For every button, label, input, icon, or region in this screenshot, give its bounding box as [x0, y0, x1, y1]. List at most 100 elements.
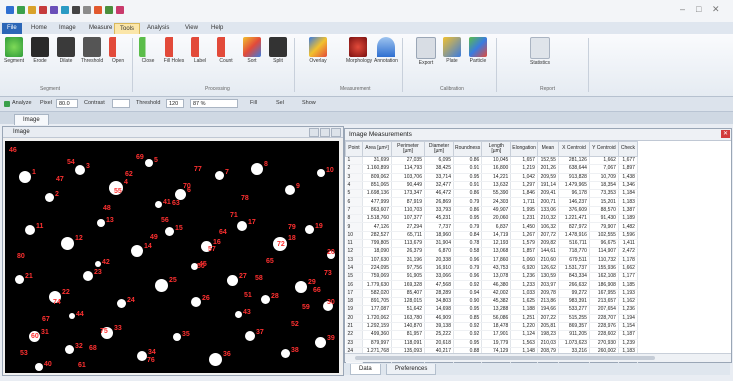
- print-icon[interactable]: [61, 6, 69, 14]
- table-row[interactable]: 12 18,090 26,379 6,870 0.58 13,068 1,857 144,61…: [345, 247, 638, 257]
- column-header[interactable]: Check: [617, 141, 638, 157]
- particle-label: 27: [239, 273, 247, 280]
- morphology-button[interactable]: Morphology: [346, 37, 372, 64]
- window-minimize-icon[interactable]: [309, 128, 319, 137]
- close-op-button[interactable]: Close: [136, 37, 160, 64]
- table-row[interactable]: 17 582,020 85,407 28,289 0.94 42,002 1,033 209,…: [345, 289, 638, 299]
- particle-label: 57: [208, 246, 216, 253]
- threshold-button[interactable]: Threshold: [80, 37, 104, 64]
- segment-button[interactable]: Segment: [2, 37, 26, 64]
- option-fill[interactable]: Fill: [250, 99, 257, 108]
- folder-icon[interactable]: [28, 6, 36, 14]
- column-header[interactable]: Roundness: [452, 141, 483, 157]
- minimize-icon[interactable]: –: [680, 4, 685, 14]
- plate-button[interactable]: Plate: [440, 37, 464, 64]
- pixel-input[interactable]: 80.0: [56, 99, 78, 108]
- table-row[interactable]: 16 1.779,630 169,328 47,568 0.92 46,380 1,233 2…: [345, 280, 638, 290]
- particle-label: 1: [32, 169, 36, 176]
- column-header[interactable]: Mean: [536, 141, 559, 157]
- tab-home[interactable]: Home: [26, 23, 52, 34]
- grid-icon[interactable]: [83, 6, 91, 14]
- particle-blob: [175, 189, 186, 200]
- tab-analysis[interactable]: Analysis: [142, 23, 174, 34]
- split-button[interactable]: Split: [266, 37, 290, 64]
- column-header[interactable]: Elongation: [510, 141, 538, 157]
- erode-button[interactable]: Erode: [28, 37, 52, 64]
- tab-image-document[interactable]: Image: [14, 114, 49, 125]
- option-sel[interactable]: Sel: [276, 99, 284, 108]
- table-row[interactable]: 9 47,126 27,294 7,737 0.79 6,837 1,450 106,32 82…: [345, 222, 638, 232]
- tab-preferences[interactable]: Preferences: [386, 364, 437, 375]
- zoom-select[interactable]: 87 %: [190, 99, 238, 108]
- label-button[interactable]: Label: [188, 37, 212, 64]
- tab-image[interactable]: Image: [54, 23, 81, 34]
- horizontal-scrollbar[interactable]: [345, 353, 731, 362]
- table-cell: 10,045: [481, 156, 512, 166]
- maximize-icon[interactable]: □: [696, 4, 701, 14]
- save-icon[interactable]: [6, 6, 14, 14]
- close-icon[interactable]: ✕: [712, 4, 720, 15]
- table-row[interactable]: 13 107,630 31,196 20,338 0.96 17,860 1,060 210,…: [345, 256, 638, 265]
- table-row[interactable]: 15 759,069 91,905 33,066 0.96 13,078 1,236 130,…: [345, 272, 638, 282]
- table-row[interactable]: 19 177,087 51,642 14,698 0.95 13,288 1,188 194,…: [345, 305, 638, 315]
- table-row[interactable]: 5 1.698,136 173,347 46,472 0.86 55,390 1,846 20…: [345, 189, 638, 199]
- window-restore-icon[interactable]: [320, 128, 330, 137]
- table-row[interactable]: 18 891,705 128,015 34,803 0.90 45,382 1,625 213…: [345, 297, 638, 307]
- column-header[interactable]: Point: [345, 141, 363, 157]
- contrast-input[interactable]: [112, 99, 130, 108]
- open-icon[interactable]: [17, 6, 25, 14]
- window-close-icon[interactable]: [331, 128, 341, 137]
- table-row[interactable]: 7 863,607 110,703 33,793 0.86 49,907 1,995 133,…: [345, 206, 638, 216]
- overlay-button[interactable]: Overlay: [306, 37, 330, 64]
- table-row[interactable]: 14 224,095 97,756 16,910 0.79 43,753 6,920 126,…: [345, 264, 638, 274]
- table-row[interactable]: 4 851,065 90,449 32,477 0.91 13,632 1,297 191,1…: [345, 181, 638, 191]
- sort-button[interactable]: Sort: [240, 37, 264, 64]
- particle-image[interactable]: 1 2 3 4 5 6 7 8 9 10 11 12 13 14 15 16 17 18 19 20 21 22 23 24 2…: [5, 141, 339, 373]
- settings-icon[interactable]: [116, 6, 124, 14]
- statistics-button[interactable]: Statistics: [528, 37, 552, 66]
- dilate-button[interactable]: Dilate: [54, 37, 78, 64]
- table-row[interactable]: 22 499,360 81,957 25,222 0.92 17,901 1,124 198,…: [345, 330, 638, 340]
- particle-button[interactable]: Particle: [466, 37, 490, 64]
- tab-data[interactable]: Data: [350, 364, 381, 375]
- group-label-calibration: Calibration: [440, 86, 464, 92]
- particle-blob: [25, 225, 35, 235]
- column-header[interactable]: Length [µm]: [481, 141, 512, 157]
- threshold-input[interactable]: 120: [166, 99, 184, 108]
- tab-file[interactable]: File: [2, 23, 22, 34]
- table-row[interactable]: 20 1.720,062 163,780 46,909 0.85 56,086 1,251 2…: [345, 314, 638, 323]
- table-cell: 4: [345, 181, 363, 191]
- annotation-button[interactable]: Annotation: [374, 37, 398, 64]
- table-cell: 1.518,760: [362, 214, 392, 224]
- table-row[interactable]: 23 879,997 118,091 20,618 0.95 19,779 1,563 210…: [345, 339, 638, 348]
- measurements-close-icon[interactable]: ✕: [721, 130, 730, 138]
- table-row[interactable]: 8 1.518,760 107,377 45,231 0.95 20,060 1,231 21…: [345, 214, 638, 224]
- open-button[interactable]: Open: [106, 37, 130, 64]
- export-button[interactable]: Export: [414, 37, 438, 66]
- table-cell: 213,86: [537, 297, 559, 307]
- column-header[interactable]: Y Centroid: [588, 141, 619, 157]
- table-row[interactable]: 21 1.292,159 140,870 39,138 0.92 18,478 1,220 2…: [345, 322, 638, 332]
- count-button[interactable]: Count: [214, 37, 238, 64]
- table-row[interactable]: 6 477,999 87,919 26,869 0.79 24,303 1,711 200,7…: [345, 197, 638, 207]
- table-row[interactable]: 2 1.160,899 114,793 38,425 0.91 16,800 1,219 20…: [345, 164, 638, 174]
- scrollbar-thumb[interactable]: [355, 356, 655, 360]
- tab-help[interactable]: Help: [206, 23, 228, 34]
- camera-icon[interactable]: [72, 6, 80, 14]
- option-show[interactable]: Show: [302, 99, 316, 108]
- chart-icon[interactable]: [94, 6, 102, 14]
- column-header[interactable]: X Centroid: [557, 141, 590, 157]
- table-row[interactable]: 10 282,527 65,711 18,960 0.84 14,719 1,267 207,…: [345, 231, 638, 240]
- tools-icon[interactable]: [105, 6, 113, 14]
- fill-holes-button[interactable]: Fill Holes: [162, 37, 186, 64]
- tab-measure[interactable]: Measure: [84, 23, 117, 34]
- undo-icon[interactable]: [39, 6, 47, 14]
- column-header[interactable]: Area [µm²]: [362, 141, 392, 157]
- table-row[interactable]: 1 31,699 27,035 6,095 0.86 10,045 1,657 152,55 2…: [345, 156, 638, 166]
- redo-icon[interactable]: [50, 6, 58, 14]
- column-header[interactable]: Perimeter [µm]: [391, 141, 425, 157]
- column-header[interactable]: Diameter [µm]: [424, 141, 454, 157]
- table-row[interactable]: 3 809,062 103,706 33,714 0.95 14,221 1,042 209,…: [345, 173, 638, 182]
- table-row[interactable]: 11 799,805 113,679 31,904 0.78 12,193 1,579 209…: [345, 239, 638, 249]
- tab-view[interactable]: View: [180, 23, 203, 34]
